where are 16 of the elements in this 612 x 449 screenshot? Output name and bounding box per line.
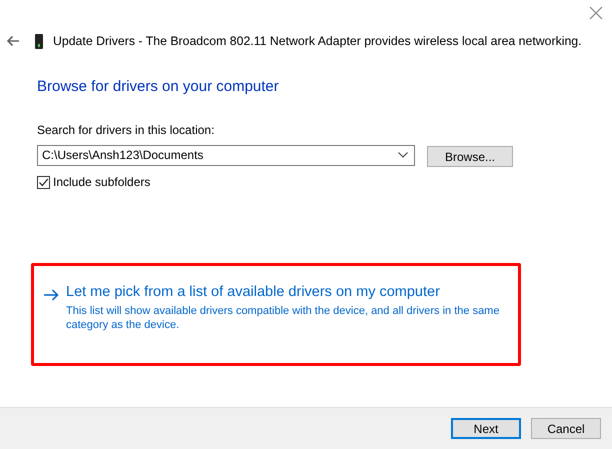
include-subfolders-checkbox[interactable] [37,176,50,188]
network-adapter-icon [35,34,43,48]
close-icon[interactable] [589,6,603,20]
checkbox-label: Include subfolders [53,175,150,189]
option-description: This list will show available drivers compatible with the device, and all drivers in the same category as the device. [66,304,500,332]
location-combobox[interactable]: C:\Users\Ansh123\Documents [37,144,415,166]
dropdown-caret-icon[interactable] [398,152,408,158]
page-heading: Browse for drivers on your computer [37,78,280,95]
cancel-button[interactable]: Cancel [531,418,601,439]
window-title: Update Drivers - The Broadcom 802.11 Network Adapter provides wireless local area networking. [53,34,582,48]
arrow-icon[interactable] [43,289,59,301]
browse-button[interactable]: Browse... [427,146,513,167]
next-button[interactable]: Next [451,418,521,439]
back-arrow-icon[interactable] [6,35,20,47]
pick-from-list-link[interactable]: Let me pick from a list of available drivers on my computer [66,284,440,300]
location-label: Search for drivers in this location: [37,123,216,137]
